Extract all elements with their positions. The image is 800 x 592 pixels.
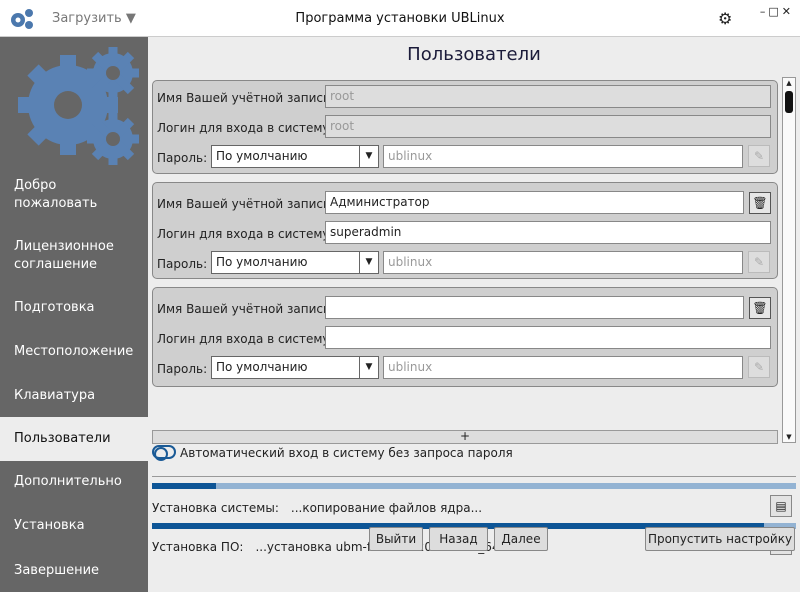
skip-setup-button[interactable]: Пропустить настройку [645, 527, 795, 551]
gears-logo-icon [18, 47, 139, 165]
sidebar-item-preparation[interactable]: Подготовка [0, 299, 148, 317]
password-mode-value: По умолчанию [216, 255, 308, 269]
main-panel: Пользователи Имя Вашей учётной записи: r… [148, 37, 800, 592]
chevron-down-icon: ▼ [359, 146, 378, 167]
login-label: Логин для входа в систему: [157, 121, 334, 135]
system-status-label: Установка системы: [152, 501, 279, 515]
password-input[interactable]: ublinux [383, 145, 743, 168]
password-input[interactable]: ublinux [383, 356, 743, 379]
sidebar-item-location[interactable]: Местоположение [0, 343, 148, 361]
user-card: Имя Вашей учётной записи: 🗑 Логин для вх… [152, 287, 778, 387]
password-mode-select[interactable]: По умолчанию ▼ [211, 356, 379, 379]
sidebar-item-license[interactable]: Лицензионное соглашение [0, 238, 120, 274]
titlebar: Загрузить ▼ Программа установки UBLinux … [0, 0, 800, 37]
sidebar-item-welcome[interactable]: Добро пожаловать [0, 177, 120, 213]
account-label: Имя Вашей учётной записи: [157, 91, 335, 105]
password-label: Пароль: [157, 362, 208, 376]
chevron-down-icon: ▼ [359, 357, 378, 378]
account-label: Имя Вашей учётной записи: [157, 197, 335, 211]
chevron-down-icon: ▼ [359, 252, 378, 273]
system-status-text: ...копирование файлов ядра... [290, 501, 483, 515]
user-card-root: Имя Вашей учётной записи: root Логин для… [152, 80, 778, 174]
delete-trash-icon[interactable]: 🗑 [749, 297, 771, 319]
login-label: Логин для входа в систему: [157, 227, 334, 241]
autologin-toggle[interactable] [152, 445, 176, 461]
password-label: Пароль: [157, 257, 208, 271]
password-mode-select[interactable]: По умолчанию ▼ [211, 145, 379, 168]
login-label: Логин для входа в систему: [157, 332, 334, 346]
system-progress-bar [152, 483, 796, 489]
maximize-icon[interactable]: □ [768, 5, 781, 18]
scroll-up-icon[interactable]: ▲ [783, 79, 795, 87]
login-input[interactable]: superadmin [325, 221, 771, 244]
software-status-label: Установка ПО: [152, 540, 244, 554]
autologin-label: Автоматический вход в систему без запрос… [180, 446, 513, 460]
settings-gear-icon[interactable]: ⚙ [718, 9, 732, 28]
sidebar-item-keyboard[interactable]: Клавиатура [0, 387, 148, 405]
password-mode-value: По умолчанию [216, 360, 308, 374]
account-label: Имя Вашей учётной записи: [157, 302, 335, 316]
add-user-button[interactable]: + [152, 430, 778, 444]
sidebar: Добро пожаловать Лицензионное соглашение… [0, 37, 148, 592]
close-icon[interactable]: ✕ [782, 5, 794, 18]
edit-pencil-icon[interactable]: ✎ [748, 145, 770, 167]
sidebar-item-install[interactable]: Установка [0, 517, 148, 535]
next-button[interactable]: Далее [494, 527, 548, 551]
delete-trash-icon[interactable]: 🗑 [749, 192, 771, 214]
account-name-input[interactable]: Администратор [325, 191, 744, 214]
scrollbar[interactable]: ▲ ▼ [782, 77, 796, 443]
divider [152, 476, 796, 477]
login-input[interactable] [325, 326, 771, 349]
back-button[interactable]: Назад [429, 527, 488, 551]
user-card: Имя Вашей учётной записи: Администратор … [152, 182, 778, 279]
edit-pencil-icon[interactable]: ✎ [748, 251, 770, 273]
page-title: Пользователи [407, 44, 541, 65]
window-controls[interactable]: –□✕ [760, 5, 794, 18]
system-status: Установка системы: ...копирование файлов … [152, 501, 494, 515]
scroll-down-icon[interactable]: ▼ [783, 433, 795, 441]
password-mode-select[interactable]: По умолчанию ▼ [211, 251, 379, 274]
system-log-icon[interactable]: ▤ [770, 495, 792, 517]
edit-pencil-icon[interactable]: ✎ [748, 356, 770, 378]
password-mode-value: По умолчанию [216, 149, 308, 163]
sidebar-item-additional[interactable]: Дополнительно [0, 473, 148, 491]
account-name-input[interactable] [325, 296, 744, 319]
users-list: Имя Вашей учётной записи: root Логин для… [148, 77, 798, 445]
sidebar-item-users[interactable]: Пользователи [0, 417, 148, 461]
sidebar-item-finish[interactable]: Завершение [0, 562, 148, 580]
scrollbar-thumb[interactable] [785, 91, 793, 113]
exit-button[interactable]: Выйти [369, 527, 423, 551]
system-progress-fill [152, 483, 217, 489]
password-label: Пароль: [157, 151, 208, 165]
login-input: root [325, 115, 771, 138]
password-input[interactable]: ublinux [383, 251, 743, 274]
account-name-input: root [325, 85, 771, 108]
window-title: Программа установки UBLinux [295, 11, 505, 26]
